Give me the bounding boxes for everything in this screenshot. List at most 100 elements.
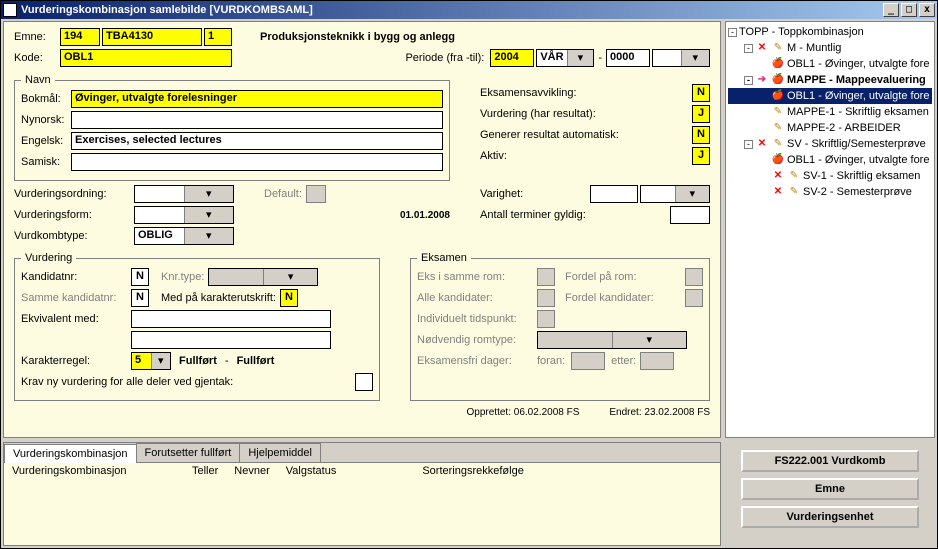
- default-label: Default:: [264, 188, 302, 200]
- engelsk-field[interactable]: Exercises, selected lectures: [71, 132, 443, 150]
- column-headers: Vurderingskombinasjon Teller Nevner Valg…: [4, 463, 720, 479]
- varighet-label: Varighet:: [480, 188, 590, 200]
- samisk-field[interactable]: [71, 153, 443, 171]
- genres-field[interactable]: N: [692, 126, 710, 144]
- btn-emne[interactable]: Emne: [741, 478, 919, 500]
- btn-fs222[interactable]: FS222.001 Vurdkomb: [741, 450, 919, 472]
- bokmal-field[interactable]: Øvinger, utvalgte forelesninger: [71, 90, 443, 108]
- vurdord-combo[interactable]: ▾: [134, 185, 234, 203]
- fordelkand-label: Fordel kandidater:: [565, 292, 685, 304]
- close-button[interactable]: x: [919, 3, 935, 17]
- medkar-label: Med på karakterutskrift:: [161, 292, 276, 304]
- periode-from-year[interactable]: 2004: [490, 49, 534, 67]
- periode-from-term[interactable]: VÅR▾: [536, 49, 594, 67]
- varighet-field[interactable]: [590, 185, 638, 203]
- genres-label: Generer resultat automatisk:: [480, 129, 692, 141]
- col-teller: Teller: [184, 465, 226, 477]
- kandnr-field[interactable]: N: [131, 268, 149, 286]
- foran-field: [571, 352, 605, 370]
- periode-label: Periode (fra -til):: [405, 52, 484, 64]
- krav-field[interactable]: [355, 373, 373, 391]
- tree-item[interactable]: ✎MAPPE-2 - ARBEIDER: [728, 120, 932, 136]
- indtid-label: Individuelt tidspunkt:: [417, 313, 537, 325]
- etter-label: etter:: [611, 355, 636, 367]
- vurdkombtype-label: Vurdkombtype:: [14, 230, 134, 242]
- vurdering-legend: Vurdering: [21, 252, 76, 264]
- tree-item[interactable]: 🍎OBL1 - Øvinger, utvalgte fore: [728, 56, 932, 72]
- nodrom-combo: ▾: [537, 331, 687, 349]
- kandnr-label: Kandidatnr:: [21, 271, 131, 283]
- vurdkombtype-combo[interactable]: OBLIG▾: [134, 227, 234, 245]
- antterm-label: Antall terminer gyldig:: [480, 209, 670, 221]
- vurdres-field[interactable]: J: [692, 105, 710, 123]
- allekand-label: Alle kandidater:: [417, 292, 537, 304]
- vurdform-label: Vurderingsform:: [14, 209, 134, 221]
- chevron-down-icon: ▾: [151, 353, 171, 369]
- emne-title: Produksjonsteknikk i bygg og anlegg: [260, 31, 455, 43]
- chevron-down-icon: ▾: [184, 207, 234, 223]
- allekand-field: [537, 289, 555, 307]
- ekv-field-2[interactable]: [131, 331, 331, 349]
- tab-bar: Vurderingskombinasjon Forutsetter fullfø…: [4, 443, 720, 462]
- karregel-combo[interactable]: 5▾: [131, 352, 171, 370]
- emne-field-1[interactable]: 194: [60, 28, 100, 46]
- vurdord-label: Vurderingsordning:: [14, 188, 134, 200]
- emne-field-2[interactable]: TBA4130: [102, 28, 202, 46]
- endret-stamp: Endret: 23.02.2008 FS: [609, 407, 710, 418]
- knrtype-label: Knr.type:: [161, 271, 204, 283]
- karregel-label: Karakterregel:: [21, 355, 131, 367]
- periode-to-year[interactable]: 0000: [606, 49, 650, 67]
- karregel-dash: -: [225, 355, 229, 367]
- tree-item[interactable]: 🍎OBL1 - Øvinger, utvalgte fore: [728, 88, 932, 104]
- minimize-button[interactable]: _: [883, 3, 899, 17]
- tree-view[interactable]: -TOPP - Toppkombinasjon-✕✎M - Muntlig🍎OB…: [725, 21, 935, 438]
- eksfri-label: Eksamensfri dager:: [417, 355, 537, 367]
- tree-item[interactable]: 🍎OBL1 - Øvinger, utvalgte fore: [728, 152, 932, 168]
- tree-item[interactable]: ✕✎SV-2 - Semesterprøve: [728, 184, 932, 200]
- kode-field[interactable]: OBL1: [60, 49, 232, 67]
- karregel-txt1: Fullført: [179, 355, 217, 367]
- nynorsk-field[interactable]: [71, 111, 443, 129]
- ekv-field[interactable]: [131, 310, 331, 328]
- periode-sep: -: [598, 52, 602, 64]
- chevron-down-icon: ▾: [675, 186, 710, 202]
- antterm-field[interactable]: [670, 206, 710, 224]
- tree-item[interactable]: -TOPP - Toppkombinasjon: [728, 24, 932, 40]
- foran-label: foran:: [537, 355, 565, 367]
- col-nevner: Nevner: [226, 465, 277, 477]
- knrtype-combo: ▾: [208, 268, 318, 286]
- fordelkand-field: [685, 289, 703, 307]
- kode-label: Kode:: [14, 52, 60, 64]
- engelsk-label: Engelsk:: [21, 135, 71, 147]
- btn-vurderingsenhet[interactable]: Vurderingsenhet: [741, 506, 919, 528]
- bokmal-label: Bokmål:: [21, 93, 71, 105]
- ekv-label: Ekvivalent med:: [21, 313, 131, 325]
- tab-hjelpemiddel[interactable]: Hjelpemiddel: [239, 443, 321, 462]
- datestamp: 01.01.2008: [400, 210, 450, 221]
- col-sort: Sorteringsrekkefølge: [414, 465, 532, 477]
- tree-item[interactable]: ✕✎SV-1 - Skriftlig eksamen: [728, 168, 932, 184]
- aktiv-field[interactable]: J: [692, 147, 710, 165]
- tree-item[interactable]: -✕✎M - Muntlig: [728, 40, 932, 56]
- tree-item[interactable]: -✕✎SV - Skriftlig/Semesterprøve: [728, 136, 932, 152]
- emne-label: Emne:: [14, 31, 60, 43]
- sammekand-field[interactable]: N: [131, 289, 149, 307]
- varighet-combo[interactable]: ▾: [640, 185, 710, 203]
- emne-field-3[interactable]: 1: [204, 28, 232, 46]
- maximize-button[interactable]: □: [901, 3, 917, 17]
- medkar-field[interactable]: N: [280, 289, 298, 307]
- etter-field: [640, 352, 674, 370]
- nynorsk-label: Nynorsk:: [21, 114, 71, 126]
- vurdform-combo[interactable]: ▾: [134, 206, 234, 224]
- window-title: Vurderingskombinasjon samlebilde [VURDKO…: [21, 4, 313, 16]
- tab-forutsetter[interactable]: Forutsetter fullført: [136, 443, 241, 462]
- vurdering-fieldset: Vurdering Kandidatnr:NKnr.type:▾ Samme k…: [14, 252, 380, 401]
- tree-item[interactable]: -➔🍎MAPPE - Mappeevaluering: [728, 72, 932, 88]
- eksavv-field[interactable]: N: [692, 84, 710, 102]
- fordelrom-label: Fordel på rom:: [565, 271, 685, 283]
- periode-to-term[interactable]: ▾: [652, 49, 710, 67]
- chevron-down-icon: ▾: [263, 269, 318, 285]
- tab-vurdkomb[interactable]: Vurderingskombinasjon: [4, 444, 137, 463]
- tree-item[interactable]: ✎MAPPE-1 - Skriftlig eksamen: [728, 104, 932, 120]
- navn-fieldset: Navn Bokmål:Øvinger, utvalgte forelesnin…: [14, 74, 450, 181]
